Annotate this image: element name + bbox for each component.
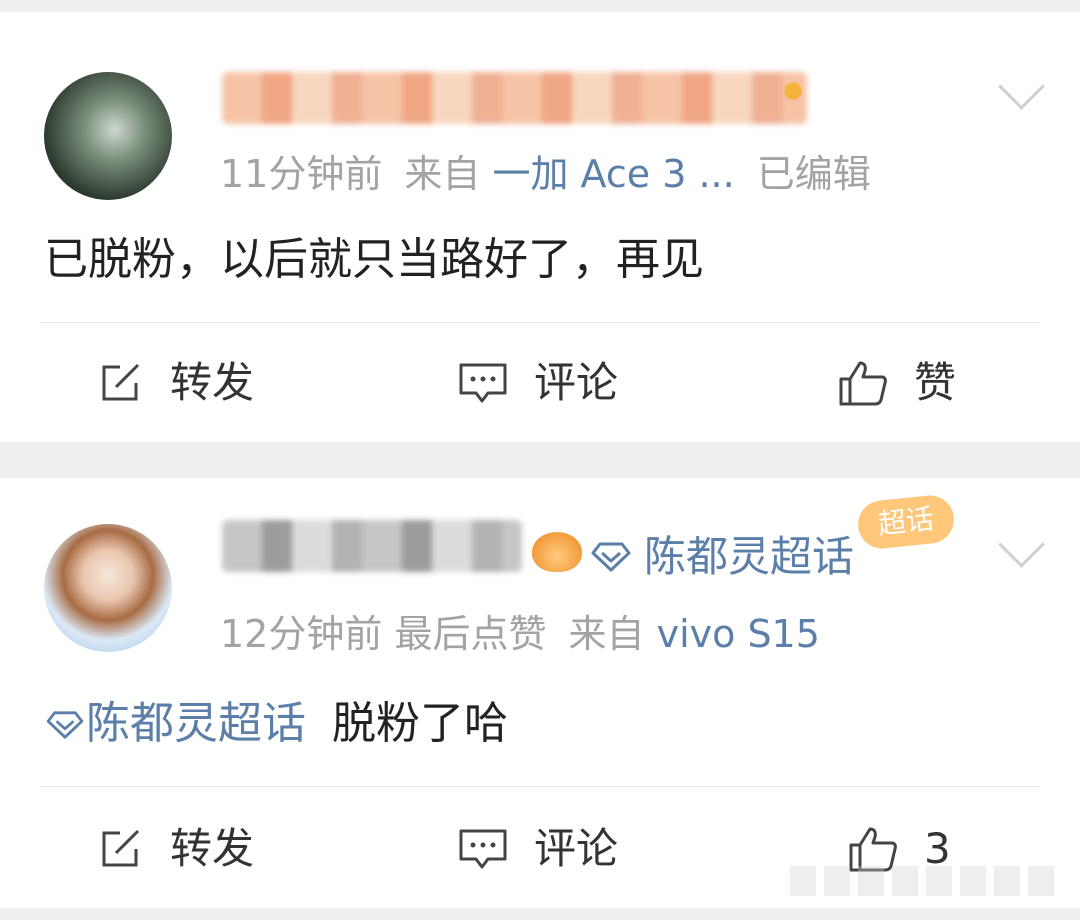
device-link[interactable]: vivo S15	[657, 612, 820, 656]
post-card: 11分钟前 来自 一加 Ace 3 ... 已编辑 已脱粉，以后就只当路好了，再见 …	[0, 12, 1080, 442]
post-content: 已脱粉，以后就只当路好了，再见	[44, 234, 704, 285]
comment-button[interactable]: 评论	[458, 358, 618, 408]
repost-icon	[102, 363, 140, 401]
post-card: 陈都灵超话 超话 12分钟前 最后点赞 来自 vivo S15 陈都灵超话 脱粉了哈…	[0, 478, 1080, 908]
fan-badge-icon	[532, 532, 582, 572]
repost-button[interactable]: 转发	[98, 358, 254, 408]
repost-button[interactable]: 转发	[98, 824, 254, 874]
blurred-username[interactable]	[222, 72, 807, 124]
comment-button[interactable]: 评论	[458, 824, 618, 874]
post-meta: 12分钟前 最后点赞 来自 vivo S15	[220, 612, 820, 656]
post-time: 11分钟前	[220, 152, 383, 196]
divider	[40, 322, 1040, 323]
from-label: 来自	[568, 612, 645, 656]
supertopic-diamond-icon	[46, 711, 84, 739]
repost-label: 转发	[170, 358, 255, 407]
repost-icon	[102, 829, 140, 867]
like-button[interactable]: 赞	[838, 358, 956, 408]
supertopic-link[interactable]: 陈都灵超话	[590, 532, 854, 582]
avatar[interactable]	[44, 72, 172, 200]
device-link[interactable]: 一加 Ace 3 ...	[492, 152, 734, 196]
from-label: 来自	[404, 152, 481, 196]
comment-label: 评论	[534, 824, 619, 873]
edited-label[interactable]: 已编辑	[757, 152, 871, 196]
post-content: 陈都灵超话 脱粉了哈	[44, 696, 508, 752]
chevron-down-icon[interactable]	[998, 521, 1045, 568]
watermark	[790, 866, 1060, 896]
chevron-down-icon[interactable]	[998, 63, 1045, 110]
content-supertopic-tag[interactable]: 陈都灵超话	[44, 698, 306, 749]
thumbs-up-icon	[839, 361, 887, 406]
supertopic-diamond-icon	[591, 542, 631, 572]
post-meta: 11分钟前 来自 一加 Ace 3 ... 已编辑	[220, 152, 871, 196]
like-label: 赞	[914, 358, 957, 407]
post-time: 12分钟前	[220, 612, 383, 656]
supertopic-label: 陈都灵超话	[644, 532, 855, 581]
comment-label: 评论	[534, 358, 619, 407]
comment-icon	[459, 363, 507, 403]
repost-label: 转发	[170, 824, 255, 873]
last-like-label: 最后点赞	[394, 612, 547, 656]
comment-icon	[459, 829, 507, 869]
content-text: 脱粉了哈	[332, 698, 508, 749]
badge-icon	[780, 78, 806, 104]
supertopic-badge: 超话	[855, 493, 957, 551]
divider	[40, 786, 1040, 787]
content-tag-label: 陈都灵超话	[86, 698, 306, 749]
avatar[interactable]	[44, 524, 172, 652]
blurred-username[interactable]	[222, 520, 522, 572]
